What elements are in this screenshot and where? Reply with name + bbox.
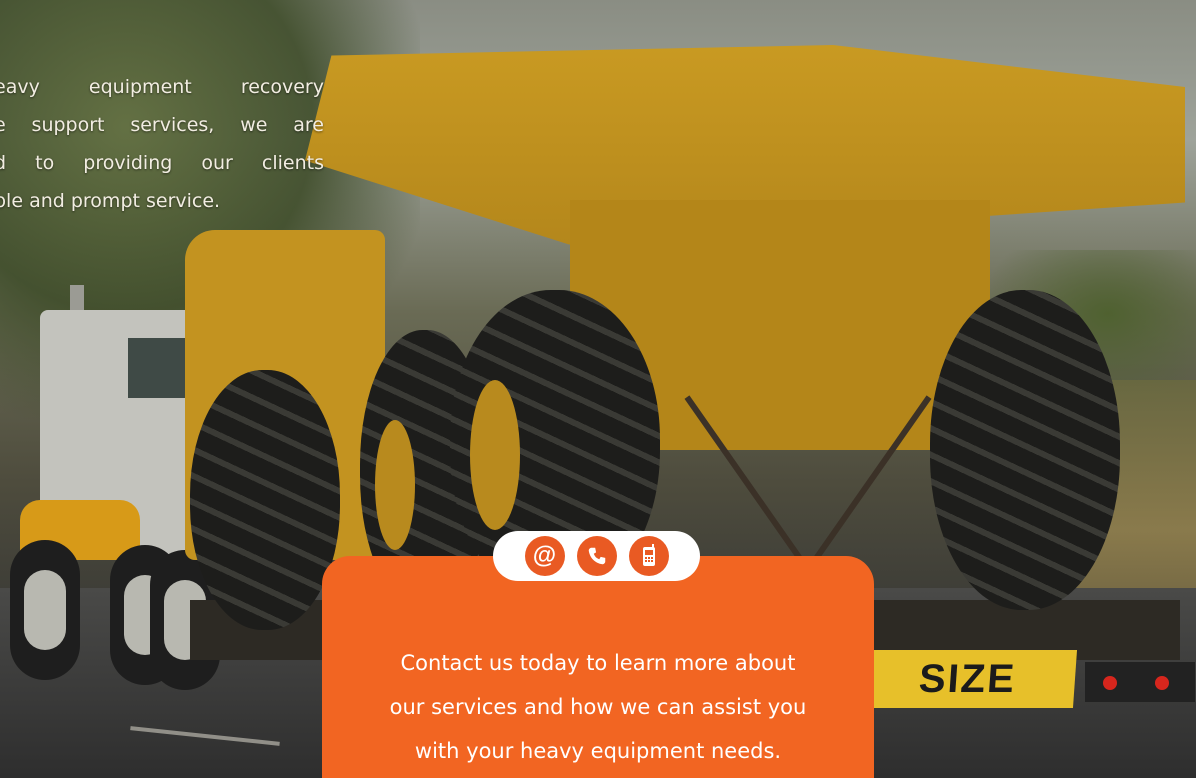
phone-icon-button[interactable] bbox=[576, 536, 617, 576]
contact-card: Contact us today to learn more about our… bbox=[322, 556, 874, 778]
intro-paragraph: eavy equipment recovery e support servic… bbox=[0, 68, 324, 220]
wheel-rim bbox=[470, 380, 520, 530]
intro-line: eavy equipment recovery bbox=[0, 76, 324, 98]
intro-line: ble and prompt service. bbox=[0, 190, 221, 212]
mobile-icon-button[interactable] bbox=[628, 536, 669, 576]
tail-light bbox=[1103, 676, 1117, 690]
hero-section: SIZE LOAD eavy equipment recovery e supp… bbox=[0, 0, 1196, 778]
wheel-rim bbox=[375, 420, 415, 550]
contact-message: Contact us today to learn more about our… bbox=[322, 641, 874, 773]
intro-line: d to providing our clients bbox=[0, 152, 324, 174]
tail-light bbox=[1155, 676, 1169, 690]
contact-line: Contact us today to learn more about bbox=[400, 651, 796, 675]
dump-truck-tire bbox=[930, 290, 1120, 610]
mobile-phone-icon bbox=[642, 544, 655, 566]
dump-truck-tire bbox=[190, 370, 340, 630]
at-icon: @ bbox=[532, 542, 557, 569]
email-icon-button[interactable]: @ bbox=[524, 536, 565, 576]
tail-lights bbox=[1085, 662, 1195, 702]
contact-line: our services and how we can assist you bbox=[389, 695, 807, 719]
contact-icons-bar: @ bbox=[493, 531, 700, 581]
intro-line: e support services, we are bbox=[0, 114, 324, 136]
contact-line: with your heavy equipment needs. bbox=[414, 739, 782, 763]
oversize-load-sign: SIZE LOAD bbox=[857, 650, 1078, 708]
truck-wheel bbox=[10, 540, 80, 680]
phone-icon bbox=[588, 547, 605, 565]
